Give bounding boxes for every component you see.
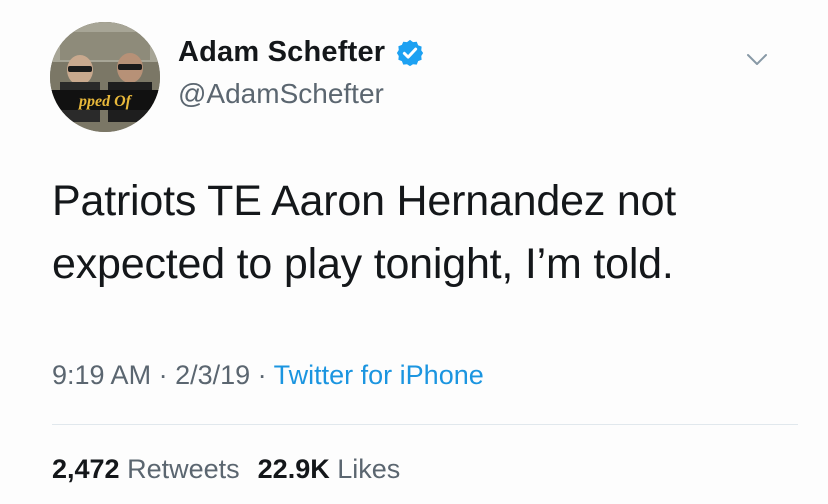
avatar-banner-text: pped Of bbox=[77, 93, 133, 110]
retweets-label: Retweets bbox=[127, 454, 240, 484]
meta-separator: · bbox=[250, 360, 274, 390]
retweets-count: 2,472 bbox=[52, 454, 120, 484]
tweet-source-link[interactable]: Twitter for iPhone bbox=[274, 360, 484, 390]
likes-label: Likes bbox=[337, 454, 401, 484]
meta-separator: · bbox=[151, 360, 176, 390]
chevron-down-icon[interactable] bbox=[744, 46, 770, 72]
verified-badge-icon bbox=[397, 39, 424, 66]
tweet-stats: 2,472 Retweets 22.9K Likes bbox=[52, 454, 400, 485]
author-name-row: Adam Schefter bbox=[178, 36, 425, 69]
author-display-name[interactable]: Adam Schefter bbox=[178, 36, 385, 69]
likes-stat[interactable]: 22.9K Likes bbox=[258, 454, 401, 484]
avatar[interactable]: pped Of bbox=[50, 22, 160, 132]
tweet-meta: 9:19 AM · 2/3/19 · Twitter for iPhone bbox=[52, 360, 484, 391]
avatar-image: pped Of bbox=[50, 22, 160, 132]
likes-count: 22.9K bbox=[257, 454, 330, 484]
author-handle[interactable]: @AdamSchefter bbox=[178, 78, 384, 110]
tweet-time[interactable]: 9:19 AM bbox=[52, 360, 151, 390]
divider bbox=[52, 424, 798, 425]
tweet-text: Patriots TE Aaron Hernandez not expected… bbox=[52, 177, 677, 288]
tweet-card: pped Of Adam Schefter @AdamSchefter Patr… bbox=[0, 0, 828, 504]
tweet-date[interactable]: 2/3/19 bbox=[175, 360, 250, 390]
retweets-stat[interactable]: 2,472 Retweets bbox=[52, 454, 240, 484]
